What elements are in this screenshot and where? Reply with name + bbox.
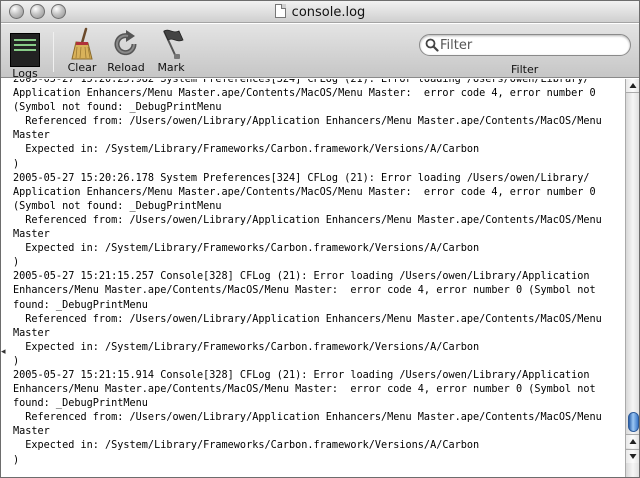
log-line: Enhancers/Menu Master.ape/Contents/MacOS…	[13, 285, 596, 297]
mark-button[interactable]: Mark	[153, 27, 189, 74]
log-line: )	[13, 158, 20, 170]
broom-icon	[71, 27, 93, 60]
search-icon	[425, 38, 439, 52]
log-line: (Symbol not found: _DebugPrintMenu	[13, 200, 222, 212]
split-handle-icon[interactable]: ◂	[1, 347, 7, 357]
log-line: )	[13, 454, 20, 466]
log-line: Referenced from: /Users/owen/Library/App…	[13, 313, 602, 325]
scroll-up-button[interactable]	[626, 434, 639, 448]
log-line: Master	[13, 130, 50, 142]
filter-input[interactable]	[440, 37, 625, 53]
clear-button[interactable]: Clear	[65, 27, 99, 74]
logs-button[interactable]: Logs	[7, 27, 43, 80]
scroll-up-arrow-icon	[629, 83, 637, 88]
log-line: Expected in: /System/Library/Frameworks/…	[13, 243, 480, 255]
log-line: Master	[13, 327, 50, 339]
reload-icon	[114, 30, 137, 56]
scroll-up-button-top[interactable]	[626, 79, 639, 93]
log-text[interactable]: 2005-05-27 15:20:25.982 System Preferenc…	[13, 79, 619, 468]
title-bar[interactable]: console.log	[1, 1, 639, 23]
logs-icon	[10, 33, 40, 67]
log-line: Master	[13, 229, 50, 241]
filter-label: Filter	[511, 63, 539, 76]
log-line: Expected in: /System/Library/Frameworks/…	[13, 144, 480, 156]
clear-label: Clear	[67, 61, 97, 74]
log-line: Enhancers/Menu Master.ape/Contents/MacOS…	[13, 384, 596, 396]
reload-button[interactable]: Reload	[105, 27, 147, 74]
log-line: Referenced from: /Users/owen/Library/App…	[13, 412, 602, 424]
log-line: found: _DebugPrintMenu	[13, 398, 148, 410]
scroll-down-arrow-icon	[629, 454, 637, 459]
window-title: console.log	[291, 5, 366, 20]
filter-search-field[interactable]	[419, 34, 631, 56]
console-window: console.log Logs Clear Reload Mark Filte…	[0, 0, 640, 478]
toolbar-separator	[53, 32, 54, 72]
log-line: 2005-05-27 15:20:25.982 System Preferenc…	[13, 79, 590, 85]
log-line: Application Enhancers/Menu Master.ape/Co…	[13, 88, 596, 100]
flag-icon	[163, 29, 184, 59]
log-line: 2005-05-27 15:21:15.914 Console[328] CFL…	[13, 369, 590, 381]
log-line: 2005-05-27 15:20:26.178 System Preferenc…	[13, 172, 590, 184]
log-line: )	[13, 355, 20, 367]
scroll-up-arrow-icon	[629, 439, 637, 444]
scroll-thumb[interactable]	[628, 412, 639, 432]
window-title-area: console.log	[1, 4, 639, 20]
mark-label: Mark	[157, 61, 185, 74]
log-line: Application Enhancers/Menu Master.ape/Co…	[13, 186, 596, 198]
toolbar: Logs Clear Reload Mark Filter Filter	[1, 24, 639, 80]
log-line: (Symbol not found: _DebugPrintMenu	[13, 102, 222, 114]
log-view[interactable]: 2005-05-27 15:20:25.982 System Preferenc…	[1, 79, 625, 477]
log-line: Master	[13, 426, 50, 438]
log-line: found: _DebugPrintMenu	[13, 299, 148, 311]
log-line: )	[13, 257, 20, 269]
log-line: 2005-05-27 15:21:15.257 Console[328] CFL…	[13, 271, 590, 283]
vertical-scrollbar[interactable]	[625, 79, 639, 477]
log-line: Expected in: /System/Library/Frameworks/…	[13, 341, 480, 353]
log-line: Expected in: /System/Library/Frameworks/…	[13, 440, 480, 452]
document-icon	[274, 4, 286, 18]
log-line: Referenced from: /Users/owen/Library/App…	[13, 116, 602, 128]
log-line: Referenced from: /Users/owen/Library/App…	[13, 214, 602, 226]
scroll-down-button[interactable]	[626, 449, 639, 463]
reload-label: Reload	[107, 61, 145, 74]
